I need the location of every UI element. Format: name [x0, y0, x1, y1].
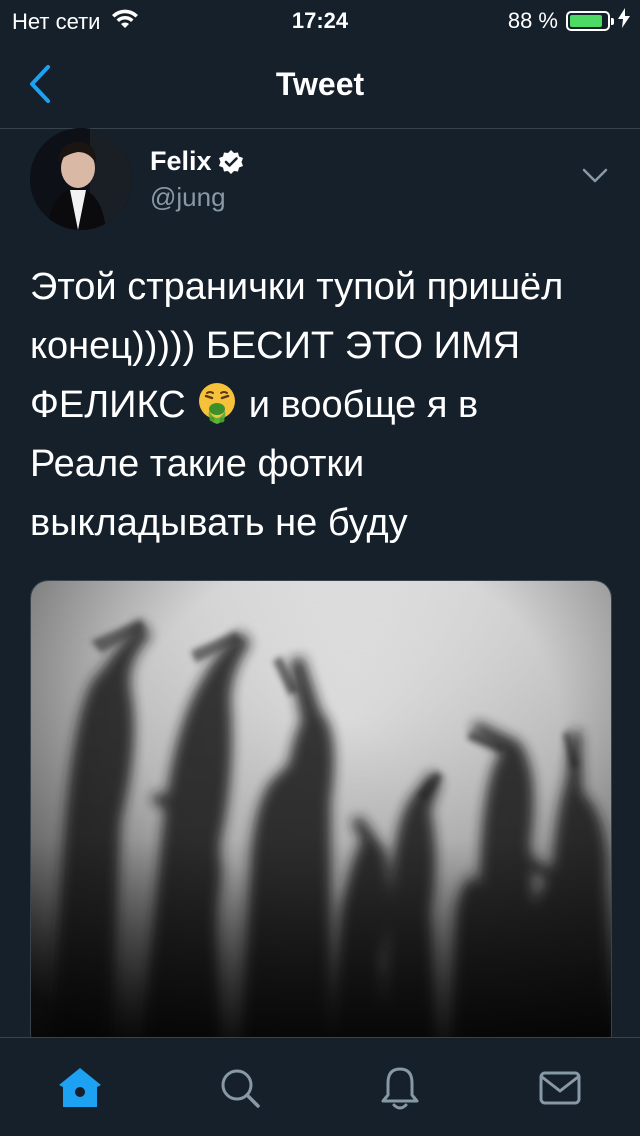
status-right: 88 % [508, 8, 630, 34]
tweet-detail-screen: Нет сети 17:24 88 % Tweet Felix @jung Эт… [0, 0, 640, 1136]
battery-icon [566, 11, 614, 31]
tweet-text-line: ФЕЛИКС [30, 384, 197, 426]
verified-badge-icon [218, 149, 244, 175]
battery-cap [611, 18, 614, 25]
tweet-text-line: Этой странички тупой пришёл [30, 266, 564, 308]
status-bar: Нет сети 17:24 88 % [0, 0, 640, 40]
avatar[interactable] [30, 128, 132, 230]
top-nav-bar: Tweet [0, 40, 640, 129]
tab-messages[interactable] [530, 1062, 590, 1114]
tweet-text-line: конец))))) БЕСИТ ЭТО ИМЯ [30, 325, 521, 367]
tweet-text: Этой странички тупой пришёл конец))))) Б… [30, 258, 615, 553]
tab-home[interactable] [50, 1062, 110, 1114]
bottom-tab-bar [0, 1037, 640, 1136]
tweet-photo[interactable] [30, 580, 612, 1052]
tweet-menu-button[interactable] [580, 166, 610, 190]
search-icon [221, 1069, 260, 1108]
face-vomiting-emoji-icon [196, 381, 238, 425]
tweet-author-row: Felix @jung [30, 128, 610, 238]
tab-search[interactable] [210, 1062, 270, 1114]
home-icon [59, 1068, 101, 1107]
messages-icon [539, 1071, 581, 1105]
battery-fill [570, 15, 602, 27]
battery-percent: 88 % [507, 8, 558, 33]
author-name-row: Felix [150, 146, 244, 177]
page-title: Tweet [275, 66, 365, 102]
tweet-text-line: выкладывать не буду [30, 502, 408, 544]
notifications-icon [381, 1067, 419, 1110]
tab-notifications[interactable] [370, 1062, 430, 1114]
author-handle[interactable]: @jung [150, 182, 226, 213]
tweet-text-line: и вообще я в [238, 384, 479, 426]
charging-icon [618, 8, 630, 34]
photo-image [31, 581, 611, 1051]
chevron-down-icon [582, 168, 608, 183]
tweet-text-line: Реале такие фотки [30, 443, 365, 485]
author-name[interactable]: Felix [150, 146, 212, 177]
